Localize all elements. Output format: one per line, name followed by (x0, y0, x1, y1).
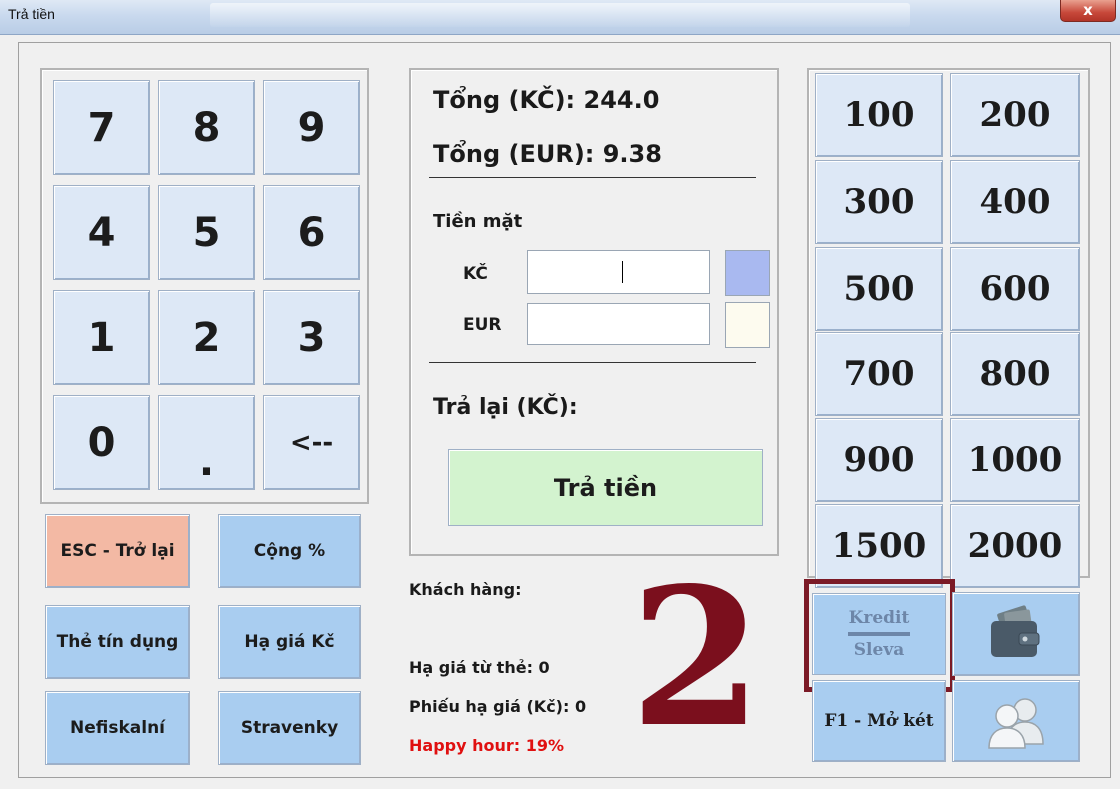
stravenky-button[interactable]: Stravenky (218, 691, 361, 765)
key-7[interactable]: 7 (53, 80, 150, 175)
key-2[interactable]: 2 (158, 290, 255, 385)
kc-color-swatch[interactable] (725, 250, 770, 296)
users-icon (988, 698, 1044, 749)
esc-back-button[interactable]: ESC - Trở lại (45, 514, 190, 588)
credit-card-button[interactable]: Thẻ tín dụng (45, 605, 190, 679)
denomination-300[interactable]: 300 (815, 160, 943, 244)
card-discount: Hạ giá từ thẻ: 0 (409, 658, 550, 677)
key-6[interactable]: 6 (263, 185, 360, 280)
denomination-400[interactable]: 400 (950, 160, 1080, 244)
happy-hour: Happy hour: 19% (409, 736, 565, 755)
denomination-900[interactable]: 900 (815, 418, 943, 502)
key-decimal[interactable]: . (158, 395, 255, 490)
text-caret (622, 261, 623, 283)
title-bar: Trả tiền x (0, 0, 1120, 35)
kc-label: KČ (463, 264, 488, 284)
discount-kc-button[interactable]: Hạ giá Kč (218, 605, 361, 679)
cash-label: Tiền mặt (433, 211, 523, 232)
denomination-100[interactable]: 100 (815, 73, 943, 157)
total-kc: Tổng (KČ): 244.0 (433, 86, 660, 114)
denomination-700[interactable]: 700 (815, 332, 943, 416)
key-5[interactable]: 5 (158, 185, 255, 280)
eur-label: EUR (463, 315, 502, 335)
eur-color-swatch[interactable] (725, 302, 770, 348)
eur-input[interactable] (527, 303, 710, 345)
kc-input[interactable] (527, 250, 710, 294)
pay-button[interactable]: Trả tiền (448, 449, 763, 526)
key-1[interactable]: 1 (53, 290, 150, 385)
denomination-1000[interactable]: 1000 (950, 418, 1080, 502)
denomination-1500[interactable]: 1500 (815, 504, 943, 588)
key-9[interactable]: 9 (263, 80, 360, 175)
wallet-button[interactable] (952, 592, 1080, 676)
divider (429, 362, 756, 363)
key-0[interactable]: 0 (53, 395, 150, 490)
denomination-800[interactable]: 800 (950, 332, 1080, 416)
add-percent-button[interactable]: Cộng % (218, 514, 361, 588)
customer-label: Khách hàng: (409, 580, 522, 599)
key-backspace[interactable]: <-- (263, 395, 360, 490)
voucher-discount: Phiếu hạ giá (Kč): 0 (409, 697, 587, 716)
key-4[interactable]: 4 (53, 185, 150, 280)
window-title: Trả tiền (8, 6, 55, 22)
close-button[interactable]: x (1060, 0, 1116, 22)
annotation-number: 2 (630, 546, 763, 769)
open-drawer-button[interactable]: F1 - Mở két (812, 680, 946, 762)
denomination-200[interactable]: 200 (950, 73, 1080, 157)
change-label: Trả lại (KČ): (433, 395, 578, 420)
total-eur: Tổng (EUR): 9.38 (433, 140, 662, 168)
title-bar-glow (210, 3, 910, 27)
denomination-2000[interactable]: 2000 (950, 504, 1080, 588)
divider (429, 177, 756, 178)
nonfiscal-button[interactable]: Nefiskalní (45, 691, 190, 765)
users-button[interactable] (952, 680, 1080, 762)
key-8[interactable]: 8 (158, 80, 255, 175)
key-3[interactable]: 3 (263, 290, 360, 385)
denomination-500[interactable]: 500 (815, 247, 943, 331)
highlight-box (804, 579, 955, 692)
denomination-600[interactable]: 600 (950, 247, 1080, 331)
wallet-icon (991, 605, 1040, 657)
